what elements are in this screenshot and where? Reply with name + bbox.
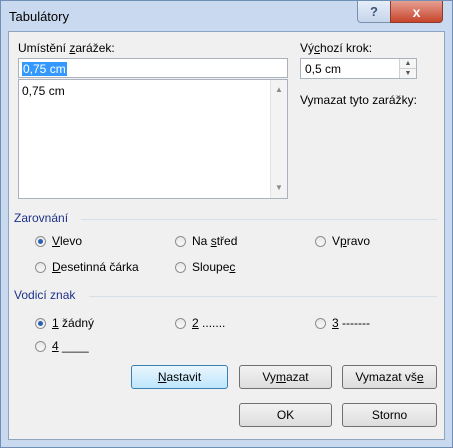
radio-label: Na střed (192, 234, 238, 248)
clear-all-button[interactable]: Vymazat vše (342, 365, 437, 389)
dialog-body: Umístění zarážek: 0,75 cm 0,75 cm ▲ ▼ Vý… (8, 31, 445, 440)
align-bar-radio[interactable]: Sloupec (175, 260, 235, 274)
set-button[interactable]: Nastavit (131, 365, 228, 389)
clear-button[interactable]: Vymazat (239, 365, 332, 389)
radio-icon (175, 261, 186, 273)
close-icon: x (412, 3, 421, 20)
dialog-title: Tabulátory (9, 9, 69, 24)
set-button-label: Nastavit (157, 370, 202, 384)
default-step-input[interactable]: 0,5 cm ▲ ▼ (300, 58, 417, 79)
tabs-dialog: Tabulátory ? x Umístění zarážek: 0,75 cm… (0, 0, 453, 448)
leader-none-radio[interactable]: 1 žádný (35, 316, 94, 330)
scroll-up-icon[interactable]: ▲ (271, 82, 287, 98)
radio-label: 3 ------- (332, 316, 370, 330)
align-left-radio[interactable]: Vlevo (35, 234, 82, 248)
radio-icon (35, 261, 46, 273)
radio-label: 4 ____ (52, 339, 89, 353)
align-right-radio[interactable]: Vpravo (315, 234, 370, 248)
ok-button[interactable]: OK (239, 403, 332, 427)
radio-icon (35, 340, 46, 352)
radio-label: 1 žádný (52, 316, 95, 330)
default-step-value: 0,5 cm (305, 62, 342, 76)
radio-label: Desetinná čárka (52, 260, 139, 274)
radio-icon (175, 317, 186, 329)
scroll-down-icon[interactable]: ▼ (271, 180, 287, 196)
tabstop-position-input[interactable]: 0,75 cm (18, 58, 288, 78)
radio-label: 2 ....... (192, 316, 226, 330)
leader-underline-radio[interactable]: 4 ____ (35, 339, 89, 353)
help-icon: ? (370, 4, 378, 19)
leader-dots-radio[interactable]: 2 ....... (175, 316, 225, 330)
clear-button-label: Vymazat (262, 370, 309, 384)
cancel-button-label: Storno (371, 408, 408, 422)
alignment-divider (81, 219, 437, 220)
list-item[interactable]: 0,75 cm (22, 84, 65, 98)
radio-label: Vpravo (332, 234, 371, 248)
clear-tabs-label: Vymazat tyto zarážky: (300, 93, 417, 107)
radio-icon (315, 317, 326, 329)
close-button[interactable]: x (390, 1, 443, 23)
clear-all-button-label: Vymazat vše (355, 370, 424, 384)
tabstop-position-value: 0,75 cm (22, 62, 67, 76)
radio-icon (315, 235, 326, 247)
tabstop-list-scrollbar[interactable]: ▲ ▼ (270, 80, 287, 198)
title-bar[interactable]: Tabulátory ? x (1, 1, 452, 31)
radio-icon (175, 235, 186, 247)
default-step-label: Výchozí krok: (300, 41, 373, 55)
leader-divider (89, 296, 437, 297)
align-center-radio[interactable]: Na střed (175, 234, 237, 248)
align-decimal-radio[interactable]: Desetinná čárka (35, 260, 139, 274)
leader-group-title: Vodicí znak (14, 288, 76, 302)
default-step-spinner[interactable]: ▲ ▼ (399, 59, 416, 78)
alignment-group-title: Zarovnání (14, 211, 69, 225)
radio-label: Vlevo (52, 234, 83, 248)
radio-selected-icon (35, 235, 46, 247)
tabstop-position-label: Umístění zarážek: (18, 41, 115, 55)
help-button[interactable]: ? (357, 1, 391, 23)
spin-down-icon[interactable]: ▼ (400, 69, 416, 79)
radio-label: Sloupec (192, 260, 236, 274)
ok-button-label: OK (276, 408, 295, 422)
tabstop-list[interactable]: 0,75 cm ▲ ▼ (18, 79, 288, 199)
leader-dashes-radio[interactable]: 3 ------- (315, 316, 370, 330)
radio-selected-icon (35, 317, 46, 329)
spin-up-icon[interactable]: ▲ (400, 59, 416, 69)
cancel-button[interactable]: Storno (342, 403, 437, 427)
